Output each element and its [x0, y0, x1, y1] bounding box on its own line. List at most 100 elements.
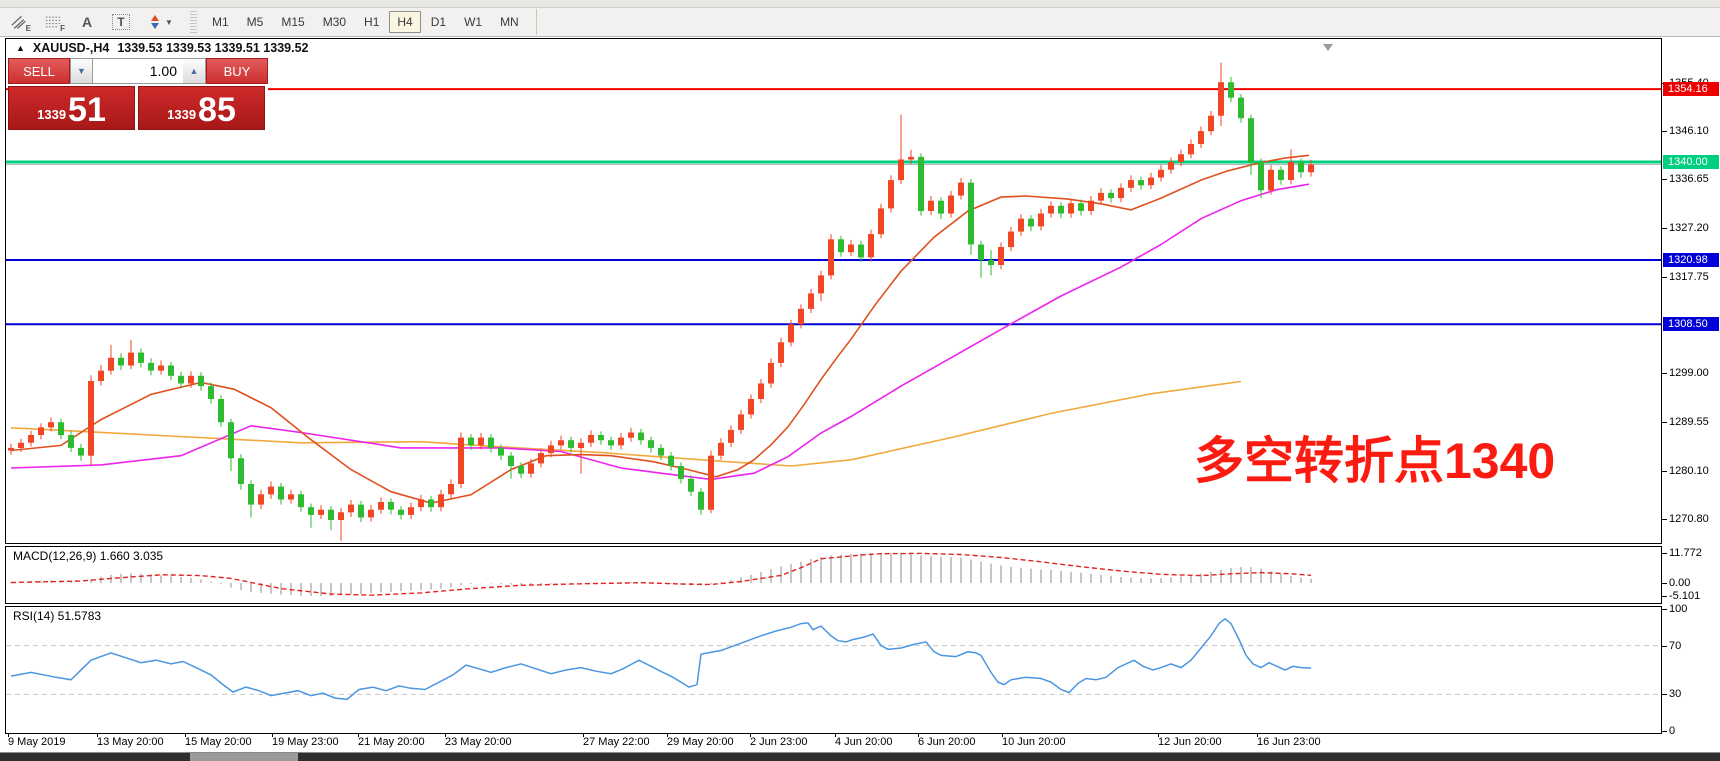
up-down-arrows-icon	[147, 14, 163, 30]
price-tick	[1662, 694, 1667, 695]
timeframe-h4-button[interactable]: H4	[389, 11, 420, 33]
ask-price-box[interactable]: 1339 85	[138, 86, 265, 130]
price-tick-label: 1317.75	[1669, 271, 1709, 283]
chart-shift-marker-icon[interactable]	[1323, 44, 1333, 51]
ohlc-values: 1339.53 1339.53 1339.51 1339.52	[117, 41, 308, 55]
rsi-tick-label: 100	[1669, 603, 1687, 615]
channel-lines-icon	[11, 13, 27, 31]
rsi-tick-label: 30	[1669, 688, 1681, 700]
price-tick	[1662, 131, 1667, 132]
rsi-tick-label: 0	[1669, 725, 1675, 737]
text-box-glyph: T	[112, 14, 129, 30]
date-tick-label: 12 Jun 20:00	[1158, 736, 1222, 748]
symbol-label: XAUUSD-,H4	[33, 41, 109, 55]
timeframe-m15-button[interactable]: M15	[273, 11, 312, 33]
volume-input[interactable]	[93, 58, 183, 84]
horizontal-scrollbar[interactable]	[0, 752, 1720, 761]
rsi-label: RSI(14) 51.5783	[13, 609, 101, 623]
price-level-badge: 1340.00	[1663, 155, 1719, 169]
collapse-icon[interactable]: ▲	[16, 43, 25, 53]
timeframe-mn-button[interactable]: MN	[492, 11, 527, 33]
volume-decrease-button[interactable]: ▼	[70, 58, 93, 84]
fibonacci-icon[interactable]: F	[38, 10, 68, 34]
price-axis[interactable]: 1355.401346.101336.651327.201317.751299.…	[1662, 38, 1720, 738]
date-tick-label: 13 May 20:00	[97, 736, 164, 748]
price-tick-label: 1336.65	[1669, 173, 1709, 185]
mt4-window: E F A T ▼ M1M5M15M30H1H4D1W1MN 多空转折点1340…	[0, 0, 1720, 761]
price-tick	[1662, 646, 1667, 647]
price-tick	[1662, 583, 1667, 584]
price-tick	[1662, 277, 1667, 278]
timeframe-m5-button[interactable]: M5	[239, 11, 272, 33]
price-level-badge: 1354.16	[1663, 82, 1719, 96]
macd-panel[interactable]: MACD(12,26,9) 1.660 3.035	[5, 546, 1662, 604]
bid-price-box[interactable]: 1339 51	[8, 86, 135, 130]
rsi-panel[interactable]: RSI(14) 51.5783	[5, 606, 1662, 734]
date-axis[interactable]: 9 May 2019 13 May 20:00 15 May 20:00 19 May…	[5, 734, 1662, 750]
price-tick-label: 1327.20	[1669, 222, 1709, 234]
dropdown-caret-icon: ▼	[165, 18, 173, 27]
toolbar-grip[interactable]	[190, 11, 197, 33]
fibo-lines-icon	[45, 13, 61, 31]
price-tick-label: 1289.55	[1669, 416, 1709, 428]
price-tick-label: 1299.00	[1669, 367, 1709, 379]
fibo-letter: F	[60, 24, 65, 33]
timeframe-m30-button[interactable]: M30	[315, 11, 354, 33]
buy-button[interactable]: BUY	[206, 58, 268, 84]
text-label-icon[interactable]: A	[72, 10, 102, 34]
rsi-chart[interactable]	[6, 607, 1661, 733]
macd-chart[interactable]	[6, 547, 1661, 603]
cycle-arrows-icon[interactable]: ▼	[140, 10, 180, 34]
price-tick	[1662, 596, 1667, 597]
date-tick-label: 2 Jun 23:00	[750, 736, 808, 748]
rsi-tick-label: 70	[1669, 640, 1681, 652]
timeframe-buttons: M1M5M15M30H1H4D1W1MN	[203, 11, 528, 33]
equidistant-channel-icon[interactable]: E	[4, 10, 34, 34]
timeframe-d1-button[interactable]: D1	[423, 11, 454, 33]
date-tick-label: 23 May 20:00	[445, 736, 512, 748]
price-tick-label: 1280.10	[1669, 465, 1709, 477]
price-tick	[1662, 471, 1667, 472]
channel-letter: E	[26, 24, 31, 33]
chart-annotation: 多空转折点1340	[1194, 433, 1555, 489]
scrollbar-thumb[interactable]	[190, 753, 298, 761]
volume-increase-button[interactable]: ▲	[183, 58, 206, 84]
price-tick	[1662, 422, 1667, 423]
bid-price-big-digits: 51	[68, 93, 106, 127]
sell-button[interactable]: SELL	[8, 58, 70, 84]
macd-tick-label: 11.772	[1669, 547, 1702, 559]
bid-price-prefix: 1339	[37, 107, 66, 122]
date-tick-label: 29 May 20:00	[667, 736, 734, 748]
date-tick-label: 6 Jun 20:00	[918, 736, 976, 748]
timeframe-w1-button[interactable]: W1	[456, 11, 490, 33]
text-box-icon[interactable]: T	[106, 10, 136, 34]
toolbar-separator	[536, 9, 537, 35]
chart-title: ▲ XAUUSD-,H4 1339.53 1339.53 1339.51 133…	[12, 41, 312, 55]
price-tick	[1662, 731, 1667, 732]
macd-tick-label: -5.101	[1669, 590, 1700, 602]
toolbar: E F A T ▼ M1M5M15M30H1H4D1W1MN	[0, 8, 1720, 37]
timeframe-m1-button[interactable]: M1	[204, 11, 237, 33]
date-tick-label: 27 May 22:00	[583, 736, 650, 748]
date-tick-label: 21 May 20:00	[358, 736, 425, 748]
price-tick	[1662, 519, 1667, 520]
price-level-badge: 1308.50	[1663, 317, 1719, 331]
date-tick-label: 15 May 20:00	[185, 736, 252, 748]
price-tick	[1662, 609, 1667, 610]
date-tick-label: 4 Jun 20:00	[835, 736, 893, 748]
ask-price-prefix: 1339	[167, 107, 196, 122]
price-tick-label: 1346.10	[1669, 125, 1709, 137]
timeframe-h1-button[interactable]: H1	[356, 11, 387, 33]
price-tick-label: 1270.80	[1669, 513, 1709, 525]
price-tick	[1662, 228, 1667, 229]
date-tick-label: 16 Jun 23:00	[1257, 736, 1321, 748]
price-tick	[1662, 553, 1667, 554]
one-click-trade-panel: SELL ▼ ▲ BUY 1339 51 1339 85	[8, 58, 268, 130]
macd-tick-label: 0.00	[1669, 577, 1690, 589]
macd-label: MACD(12,26,9) 1.660 3.035	[13, 549, 163, 563]
price-level-badge: 1320.98	[1663, 253, 1719, 267]
date-tick-label: 19 May 23:00	[272, 736, 339, 748]
date-tick-label: 9 May 2019	[8, 736, 65, 748]
date-tick-label: 10 Jun 20:00	[1002, 736, 1066, 748]
price-tick	[1662, 373, 1667, 374]
